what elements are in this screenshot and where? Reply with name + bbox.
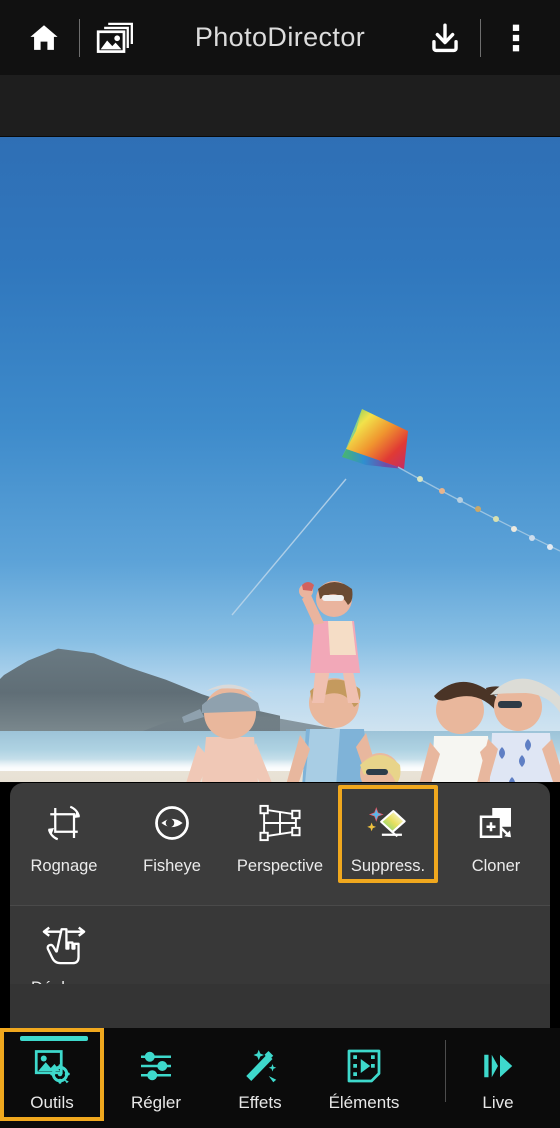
fisheye-eye-icon [152, 795, 192, 851]
tool-item-rognage[interactable]: Rognage [10, 783, 118, 876]
editor-sub-bar [0, 75, 560, 137]
nav-item-outils[interactable]: Outils [0, 1028, 104, 1121]
sliders-icon [136, 1042, 176, 1090]
perspective-grid-icon [258, 795, 302, 851]
top-bar-divider-left [79, 18, 80, 57]
image-gear-icon [32, 1042, 72, 1090]
film-play-icon [344, 1042, 384, 1090]
tools-panel-footer [10, 984, 550, 1028]
person-grandmother [477, 678, 560, 782]
nav-label: Éléments [328, 1093, 400, 1112]
tool-item-fisheye[interactable]: Fisheye [118, 783, 226, 876]
home-icon[interactable] [18, 12, 70, 64]
nav-label: Live [482, 1093, 514, 1112]
clone-stamp-icon [476, 795, 516, 851]
photodirector-app: PhotoDirector Rognage Fisheye Perspectiv… [0, 0, 560, 1128]
crop-rotate-icon [44, 795, 84, 851]
nav-item-live[interactable]: Live [446, 1028, 550, 1121]
nav-item-regler[interactable]: Régler [104, 1028, 208, 1121]
kebab-menu-icon[interactable] [490, 12, 542, 64]
tool-label: Perspective [236, 857, 324, 875]
tool-label: Cloner [471, 857, 521, 875]
kite-tail [397, 466, 560, 552]
download-icon[interactable] [419, 12, 471, 64]
magic-wand-icon [240, 1042, 280, 1090]
active-indicator-bar [20, 1036, 88, 1041]
photo-canvas[interactable] [0, 137, 560, 782]
top-bar-left-group [18, 12, 141, 64]
nav-label: Régler [130, 1093, 182, 1112]
person-girl-on-shoulders [299, 581, 360, 703]
top-bar-right-group [419, 12, 542, 64]
tools-row-1: Rognage Fisheye Perspective Suppress. Cl… [10, 783, 550, 905]
photo-stack-icon[interactable] [89, 12, 141, 64]
bottom-nav: Outils Régler Effets Éléments Live [0, 1028, 560, 1128]
tool-item-perspective[interactable]: Perspective [226, 783, 334, 876]
nav-item-elements[interactable]: Éléments [312, 1028, 416, 1121]
nav-label: Outils [30, 1093, 74, 1112]
tools-panel: Rognage Fisheye Perspective Suppress. Cl… [10, 783, 550, 1028]
tool-label: Fisheye [143, 857, 201, 875]
tool-item-cloner[interactable]: Cloner [442, 783, 550, 876]
top-bar-divider-right [480, 18, 481, 57]
nav-item-effets[interactable]: Effets [208, 1028, 312, 1121]
top-bar: PhotoDirector [0, 0, 560, 75]
live-play-icon [478, 1042, 518, 1090]
nav-label: Effets [238, 1093, 282, 1112]
selected-tool-highlight [338, 785, 438, 883]
move-hand-icon [41, 917, 87, 973]
tool-label: Rognage [30, 857, 98, 875]
tool-item-suppress[interactable]: Suppress. [334, 783, 442, 883]
